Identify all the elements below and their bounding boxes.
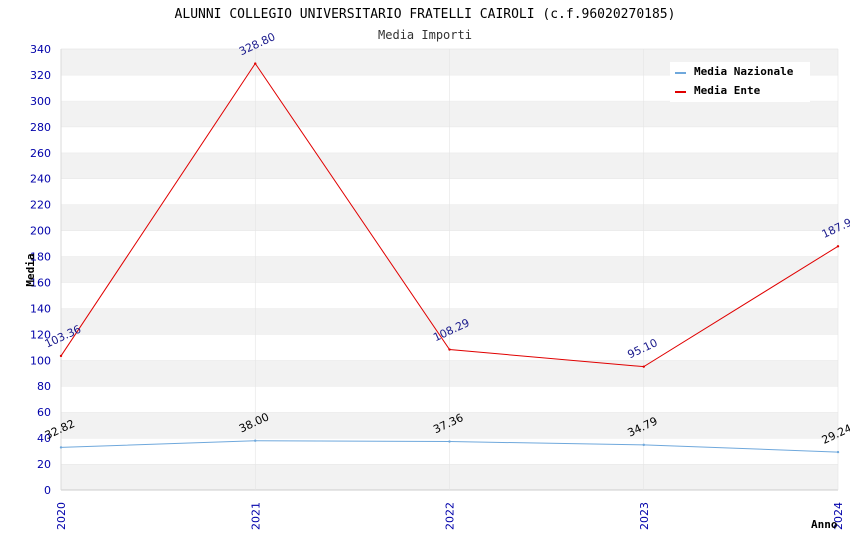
data-point	[59, 354, 63, 358]
y-tick-label: 300	[30, 95, 51, 108]
y-tick-label: 200	[30, 225, 51, 238]
y-tick-label: 260	[30, 147, 51, 160]
chart-container: 0 20 40 60 80 100 120 140 160 180 200 220 240 260 280 3…	[0, 0, 850, 550]
y-tick-label: 240	[30, 173, 51, 186]
data-point	[642, 443, 645, 447]
x-tick-label: 2020	[55, 502, 68, 530]
data-point	[59, 446, 63, 449]
legend-label-media-ente: Media Ente	[694, 84, 761, 97]
x-tick-label: 2022	[444, 502, 457, 530]
line-chart: 0204060801001201401601802002202402602803…	[24, 7, 850, 531]
y-tick-label: 100	[30, 354, 51, 367]
y-tick-label: 340	[30, 43, 51, 56]
x-axis-ticks: 2020 2021 2022 2023 2024	[55, 502, 845, 530]
x-axis-title: Anno	[811, 518, 838, 531]
data-point	[254, 62, 257, 65]
y-tick-label: 80	[37, 380, 51, 393]
data-point	[836, 450, 840, 454]
y-tick-label: 320	[30, 69, 51, 82]
y-axis-title: Media	[24, 253, 37, 286]
data-point	[448, 348, 451, 351]
legend-label-media-nazionale: Media Nazionale	[694, 65, 794, 78]
data-point	[836, 245, 840, 248]
data-point	[254, 439, 257, 442]
legend: Media Nazionale Media Ente	[670, 62, 810, 102]
y-tick-label: 20	[37, 458, 51, 471]
data-point	[448, 440, 451, 443]
chart-subtitle: Media Importi	[378, 28, 472, 42]
x-tick-label: 2023	[638, 502, 651, 530]
y-tick-label: 220	[30, 199, 51, 212]
y-tick-label: 60	[37, 406, 51, 419]
y-tick-label: 0	[44, 484, 51, 497]
data-point	[642, 365, 645, 368]
x-tick-label: 2021	[249, 502, 262, 530]
chart-title: ALUNNI COLLEGIO UNIVERSITARIO FRATELLI C…	[175, 7, 676, 22]
y-tick-label: 280	[30, 121, 51, 134]
y-tick-label: 140	[30, 302, 51, 315]
